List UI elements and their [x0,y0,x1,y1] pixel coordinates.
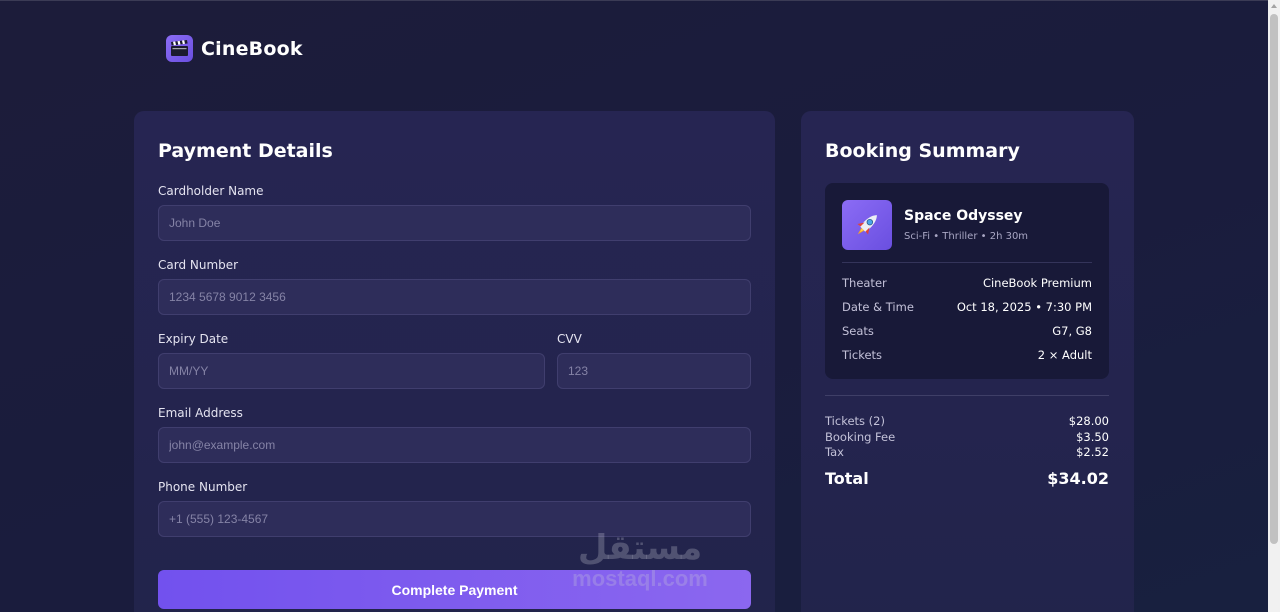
detail-label: Tickets [842,348,883,362]
price-row-booking-fee: Booking Fee $3.50 [825,430,1109,444]
expiry-label: Expiry Date [158,332,229,346]
rocket-icon [842,200,892,250]
price-row-tax: Tax $2.52 [825,445,1109,459]
detail-value: 2 × Adult [1037,348,1092,362]
total-label: Total [825,469,869,488]
summary-divider [825,395,1109,396]
cvv-label: CVV [557,332,582,346]
detail-value: G7, G8 [1052,324,1092,338]
detail-row-seats: Seats G7, G8 [842,324,1092,338]
price-value: $2.52 [1076,445,1109,459]
expiry-date-input[interactable] [158,353,545,389]
detail-label: Theater [842,276,887,290]
movie-card: Space Odyssey Sci-Fi • Thriller • 2h 30m… [825,183,1109,379]
movie-title: Space Odyssey [904,208,1023,224]
detail-value: Oct 18, 2025 • 7:30 PM [956,300,1092,314]
summary-title: Booking Summary [825,140,1020,162]
vertical-scrollbar[interactable] [1268,0,1280,612]
price-value: $3.50 [1076,430,1109,444]
movie-meta: Sci-Fi • Thriller • 2h 30m [904,231,1029,242]
cvv-input[interactable] [557,353,751,389]
detail-label: Seats [842,324,874,338]
phone-input[interactable] [158,501,751,537]
email-input[interactable] [158,427,751,463]
phone-label: Phone Number [158,480,248,494]
card-divider [842,262,1092,263]
price-label: Booking Fee [825,430,896,444]
payment-title: Payment Details [158,140,333,162]
top-border [0,0,1280,1]
price-label: Tax [825,445,844,459]
brand-name[interactable]: CineBook [201,38,303,60]
scroll-up-arrow-icon[interactable] [1271,4,1277,8]
complete-payment-button[interactable]: Complete Payment [158,570,751,609]
detail-row-theater: Theater CineBook Premium [842,276,1092,290]
app-header: CineBook [166,35,303,62]
scrollbar-thumb[interactable] [1270,14,1278,544]
detail-row-tickets: Tickets 2 × Adult [842,348,1092,362]
email-label: Email Address [158,406,243,420]
price-row-tickets: Tickets (2) $28.00 [825,414,1109,428]
booking-summary-panel: Booking Summary Space Odyssey Sci-Fi • T… [801,111,1134,612]
total-value: $34.02 [1047,469,1109,488]
card-number-input[interactable] [158,279,751,315]
price-value: $28.00 [1068,414,1109,428]
card-number-label: Card Number [158,258,239,272]
detail-value: CineBook Premium [982,276,1092,290]
detail-row-datetime: Date & Time Oct 18, 2025 • 7:30 PM [842,300,1092,314]
payment-details-panel: Payment Details Cardholder Name Card Num… [134,111,775,612]
detail-label: Date & Time [842,300,914,314]
total-row: Total $34.02 [825,469,1109,488]
cardholder-label: Cardholder Name [158,184,264,198]
cardholder-name-input[interactable] [158,205,751,241]
price-label: Tickets (2) [825,414,885,428]
clapperboard-icon[interactable] [166,35,193,62]
